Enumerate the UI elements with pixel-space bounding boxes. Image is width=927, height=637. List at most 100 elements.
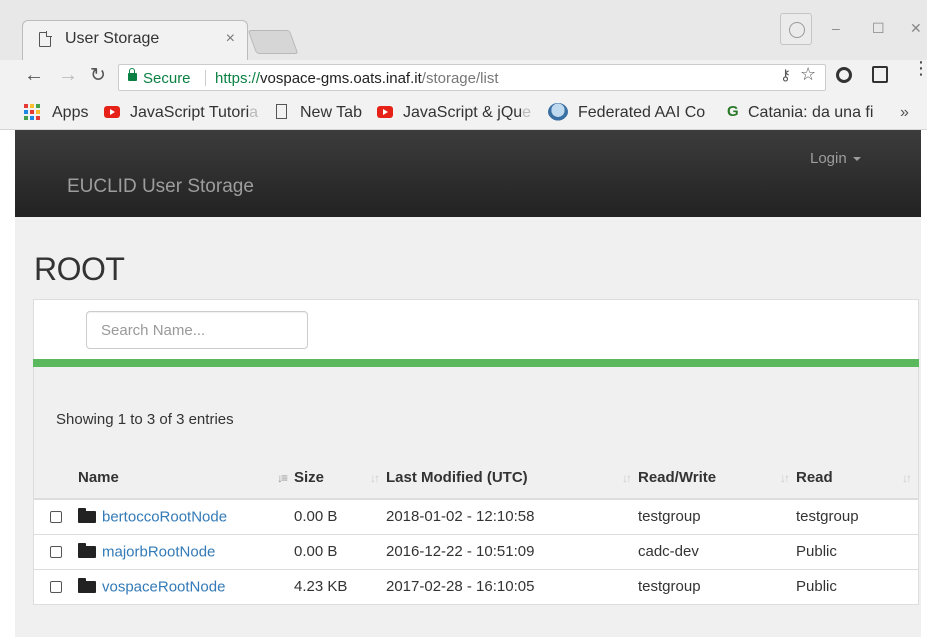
back-icon[interactable]: ← bbox=[24, 64, 44, 87]
address-separator bbox=[205, 70, 206, 86]
folder-icon bbox=[78, 542, 96, 558]
bookmark-catania[interactable]: Catania: da una fi bbox=[748, 104, 873, 122]
search-input[interactable] bbox=[86, 311, 308, 349]
lock-icon bbox=[128, 68, 137, 81]
reload-icon[interactable]: ↻ bbox=[90, 64, 106, 87]
extension-badge-icon[interactable] bbox=[872, 66, 888, 83]
forward-icon[interactable]: → bbox=[58, 64, 78, 87]
url-path: /storage/list bbox=[421, 70, 499, 87]
column-header-read[interactable]: Read ↓↑ bbox=[796, 457, 918, 500]
listing-panel: Showing 1 to 3 of 3 entries Name ↓≡ Size ↓… bbox=[33, 367, 919, 605]
node-link[interactable]: majorbRootNode bbox=[102, 543, 215, 560]
url-host: vospace-gms.oats.inaf.it bbox=[260, 70, 422, 87]
close-icon[interactable]: × bbox=[226, 30, 235, 48]
name-cell: bertoccoRootNode bbox=[34, 498, 294, 534]
column-header-modified[interactable]: Last Modified (UTC) ↓↑ bbox=[386, 457, 638, 500]
new-tab-button[interactable] bbox=[247, 30, 299, 54]
bookmark-new-tab[interactable]: New Tab bbox=[300, 104, 362, 122]
bookmark-label: JavaScript Tutori bbox=[130, 104, 250, 121]
window-close-icon[interactable]: ✕ bbox=[910, 20, 922, 37]
read-write-cell: testgroup bbox=[638, 568, 796, 604]
modified-cell: 2018-01-02 - 12:10:58 bbox=[386, 498, 638, 534]
app-navbar: EUCLID User Storage Login bbox=[15, 130, 921, 217]
login-label: Login bbox=[810, 150, 847, 167]
browser-chrome: User Storage × – ☐ ✕ ← → ↻ Secure https:… bbox=[0, 0, 927, 130]
read-write-cell: testgroup bbox=[638, 498, 796, 534]
row-checkbox[interactable] bbox=[50, 511, 62, 524]
folder-icon bbox=[78, 578, 96, 594]
read-write-cell: cadc-dev bbox=[638, 533, 796, 569]
bookmark-federated-aai[interactable]: Federated AAI Co bbox=[578, 104, 705, 122]
caret-down-icon bbox=[852, 157, 861, 162]
column-header-name[interactable]: Name ↓≡ bbox=[34, 457, 294, 500]
size-cell: 0.00 B bbox=[294, 498, 386, 534]
page-title: ROOT bbox=[34, 251, 125, 287]
folder-icon bbox=[78, 508, 96, 524]
maximize-icon[interactable]: ☐ bbox=[872, 20, 885, 37]
bookmark-label-fade: a bbox=[249, 104, 259, 121]
profile-icon[interactable] bbox=[780, 13, 812, 45]
tab-title: User Storage bbox=[65, 30, 160, 47]
bookmark-js-tutorial[interactable]: JavaScript Tutoria bbox=[130, 104, 258, 122]
main-content: ROOT Showing 1 to 3 of 3 entries Name ↓≡ … bbox=[15, 217, 921, 637]
read-cell: Public bbox=[796, 568, 918, 604]
address-bar[interactable]: Secure https://vospace-gms.oats.inaf.it/… bbox=[118, 64, 826, 91]
sort-icon: ↓↑ bbox=[622, 471, 632, 485]
sort-asc-icon: ↓≡ bbox=[276, 471, 288, 485]
sort-icon: ↓↑ bbox=[902, 471, 912, 485]
node-link[interactable]: vospaceRootNode bbox=[102, 579, 225, 596]
browser-tab[interactable]: User Storage × bbox=[22, 20, 248, 60]
federation-icon bbox=[548, 103, 568, 121]
google-icon: G bbox=[727, 103, 739, 120]
extension-icon[interactable] bbox=[836, 67, 852, 83]
storage-table: Name ↓≡ Size ↓↑ Last Modified (UTC) ↓↑ Read… bbox=[34, 457, 918, 604]
app-brand[interactable]: EUCLID User Storage bbox=[67, 176, 254, 198]
name-cell: vospaceRootNode bbox=[34, 568, 294, 604]
table-header-row: Name ↓≡ Size ↓↑ Last Modified (UTC) ↓↑ Read… bbox=[34, 457, 918, 500]
bookmark-star-icon[interactable]: ☆ bbox=[800, 64, 816, 85]
table-row: vospaceRootNode 4.23 KB 2017-02-28 - 16:… bbox=[34, 568, 918, 604]
modified-cell: 2016-12-22 - 10:51:09 bbox=[386, 533, 638, 569]
read-cell: Public bbox=[796, 533, 918, 569]
progress-bar bbox=[33, 359, 919, 367]
url-text: https://vospace-gms.oats.inaf.it/storage… bbox=[215, 70, 498, 87]
column-label: Size bbox=[294, 469, 325, 486]
read-cell: testgroup bbox=[796, 498, 918, 534]
row-checkbox[interactable] bbox=[50, 545, 62, 558]
node-link[interactable]: bertoccoRootNode bbox=[102, 509, 227, 526]
youtube-icon bbox=[104, 106, 120, 118]
bookmark-apps[interactable]: Apps bbox=[52, 104, 88, 122]
table-row: majorbRootNode 0.00 B 2016-12-22 - 10:51… bbox=[34, 533, 918, 569]
bookmarks-overflow-icon[interactable]: » bbox=[900, 104, 909, 122]
tab-strip: User Storage × – ☐ ✕ bbox=[0, 0, 927, 60]
column-label: Last Modified (UTC) bbox=[386, 469, 528, 486]
modified-cell: 2017-02-28 - 16:10:05 bbox=[386, 568, 638, 604]
secure-label: Secure bbox=[143, 70, 191, 87]
column-label: Read/Write bbox=[638, 469, 717, 486]
column-header-size[interactable]: Size ↓↑ bbox=[294, 457, 386, 500]
table-row: bertoccoRootNode 0.00 B 2018-01-02 - 12:… bbox=[34, 498, 918, 534]
sort-icon: ↓↑ bbox=[370, 471, 380, 485]
url-scheme: https:// bbox=[215, 70, 261, 87]
search-panel bbox=[33, 299, 919, 365]
login-dropdown[interactable]: Login bbox=[810, 150, 861, 167]
size-cell: 4.23 KB bbox=[294, 568, 386, 604]
column-label: Name bbox=[78, 469, 119, 486]
youtube-icon bbox=[377, 106, 393, 118]
bookmark-js-jquery[interactable]: JavaScript & jQue bbox=[403, 104, 531, 122]
page-icon bbox=[276, 104, 287, 119]
size-cell: 0.00 B bbox=[294, 533, 386, 569]
name-cell: majorbRootNode bbox=[34, 533, 294, 569]
apps-icon[interactable] bbox=[24, 104, 40, 120]
bookmark-label: JavaScript & jQu bbox=[403, 104, 523, 121]
column-label: Read bbox=[796, 469, 833, 486]
row-checkbox[interactable] bbox=[50, 581, 62, 594]
sort-icon: ↓↑ bbox=[780, 471, 790, 485]
key-icon[interactable]: ⚷ bbox=[780, 66, 791, 84]
page-icon bbox=[39, 31, 52, 47]
column-header-read-write[interactable]: Read/Write ↓↑ bbox=[638, 457, 796, 500]
menu-icon[interactable]: ⋮ bbox=[912, 59, 927, 77]
entries-info: Showing 1 to 3 of 3 entries bbox=[56, 411, 234, 428]
bookmark-label-fade: e bbox=[522, 104, 532, 121]
minimize-icon[interactable]: – bbox=[832, 20, 840, 36]
